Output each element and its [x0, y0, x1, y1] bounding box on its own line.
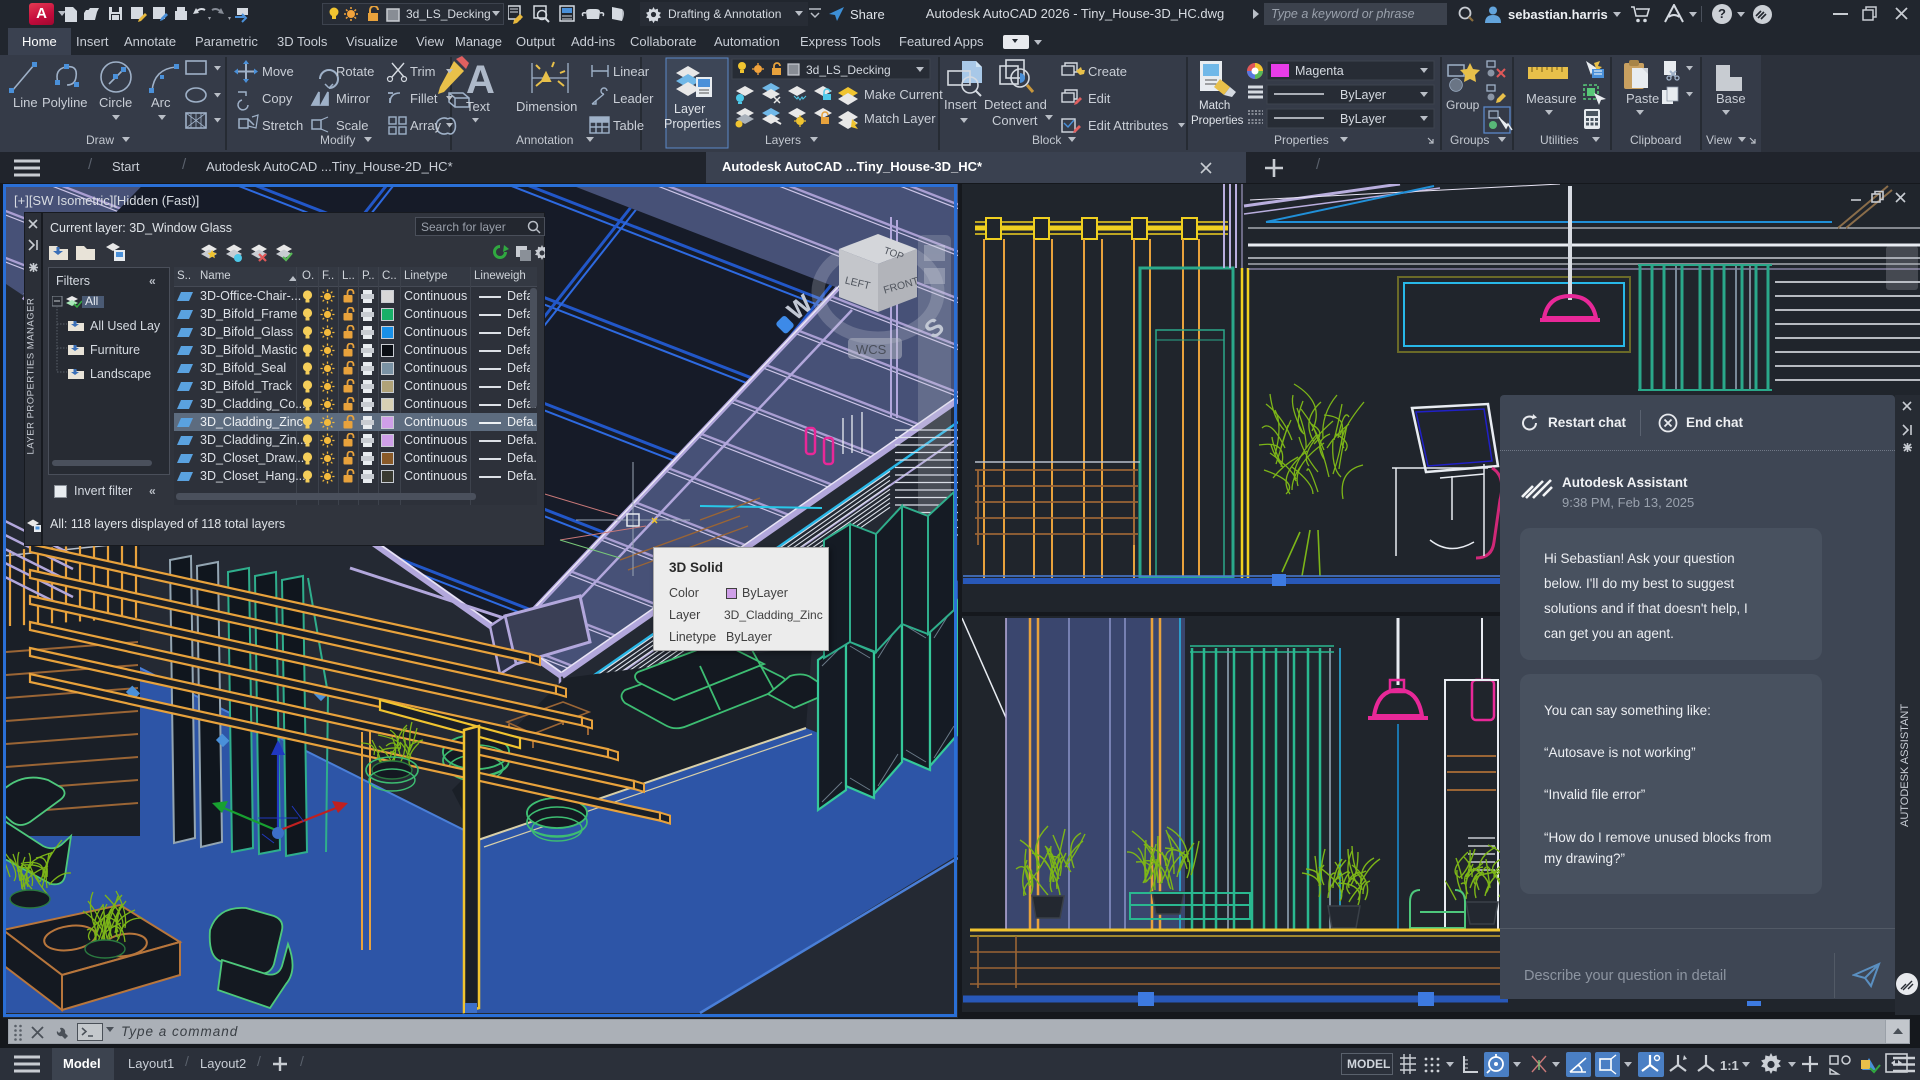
svg-text:Leader: Leader [613, 91, 654, 106]
svg-text:Rotate: Rotate [336, 64, 374, 79]
svg-text:Stretch: Stretch [262, 118, 303, 133]
svg-text:Clipboard: Clipboard [1630, 133, 1681, 147]
svg-text:Group: Group [1446, 98, 1480, 112]
svg-text:Copy: Copy [262, 91, 293, 106]
svg-text:All: All [85, 296, 98, 308]
svg-text:Properties: Properties [1191, 115, 1244, 127]
svg-text:Utilities: Utilities [1540, 133, 1579, 147]
svg-text:Linear: Linear [613, 64, 650, 79]
svg-text:ByLayer: ByLayer [1340, 88, 1386, 102]
svg-text:ByLayer: ByLayer [1340, 112, 1386, 126]
svg-text:Furniture: Furniture [90, 343, 140, 357]
svg-text:Edit: Edit [1088, 91, 1111, 106]
svg-text:[+][SW Isometric][Hidden (Fast: [+][SW Isometric][Hidden (Fast)] [14, 193, 199, 208]
svg-text:Scale: Scale [336, 118, 369, 133]
svg-text:Groups: Groups [1450, 133, 1489, 147]
svg-text:Match Layer: Match Layer [864, 111, 936, 126]
svg-text:Paste: Paste [1626, 91, 1659, 106]
svg-text:WCS: WCS [856, 342, 887, 357]
svg-text:Make Current: Make Current [864, 87, 943, 102]
svg-text:Block: Block [1032, 133, 1062, 147]
svg-text:Insert: Insert [944, 97, 977, 112]
svg-text:Draw: Draw [86, 133, 114, 147]
svg-text:View: View [1706, 133, 1732, 147]
svg-text:Text: Text [466, 99, 490, 114]
svg-text:Magenta: Magenta [1295, 64, 1344, 78]
svg-text:Layer: Layer [674, 102, 705, 116]
svg-text:Annotation: Annotation [516, 133, 573, 147]
svg-text:Convert: Convert [992, 113, 1038, 128]
svg-text:Base: Base [1716, 91, 1746, 106]
svg-text:Line: Line [13, 95, 38, 110]
svg-text:Fillet: Fillet [410, 91, 438, 106]
svg-text:Properties: Properties [664, 117, 721, 131]
svg-text:Layers: Layers [765, 133, 801, 147]
svg-text:Polyline: Polyline [42, 95, 88, 110]
svg-text:Arc: Arc [151, 95, 171, 110]
svg-text:Create: Create [1088, 64, 1127, 79]
svg-text:Landscape: Landscape [90, 367, 151, 381]
svg-text:All Used Lay: All Used Lay [90, 319, 161, 333]
svg-text:Measure: Measure [1526, 91, 1577, 106]
svg-text:Table: Table [613, 118, 644, 133]
svg-text:Circle: Circle [99, 95, 132, 110]
svg-text:3d_LS_Decking: 3d_LS_Decking [806, 63, 891, 77]
svg-text:Edit Attributes: Edit Attributes [1088, 118, 1169, 133]
svg-text:1:1: 1:1 [1720, 1058, 1739, 1073]
svg-text:Match: Match [1199, 100, 1230, 112]
svg-text:Modify: Modify [320, 133, 355, 147]
svg-text:A: A [466, 58, 495, 102]
svg-text:Detect and: Detect and [984, 97, 1047, 112]
svg-text:Move: Move [262, 64, 294, 79]
svg-text:Dimension: Dimension [516, 99, 577, 114]
svg-text:Trim: Trim [410, 64, 436, 79]
svg-text:Array: Array [410, 118, 442, 133]
svg-text:Properties: Properties [1274, 133, 1329, 147]
svg-text:Mirror: Mirror [336, 91, 371, 106]
